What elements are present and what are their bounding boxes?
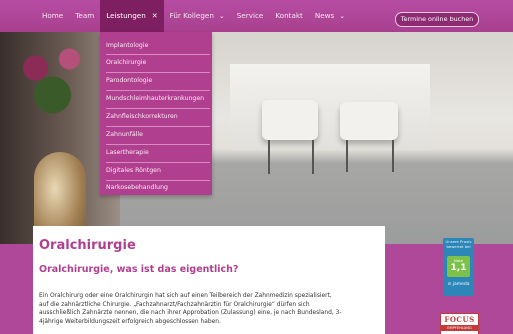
- leistungen-dropdown: Implantologie Oralchirurgie Parodontolog…: [100, 32, 212, 195]
- nav-item-kontakt[interactable]: Kontakt: [269, 0, 309, 32]
- top-navigation: Home Team Leistungen ✕ Für Kollegen ⌄ Serv…: [0, 0, 513, 32]
- dropdown-item-implantologie[interactable]: Implantologie: [106, 37, 210, 55]
- paragraph-line: Ein Oralchirurg oder eine Oralchirurgin …: [39, 293, 332, 299]
- dropdown-item-zahnunfaelle[interactable]: Zahnunfälle: [106, 126, 210, 144]
- chevron-down-icon: ⌄: [339, 12, 346, 20]
- hero-chair-leg: [268, 140, 270, 174]
- close-icon[interactable]: ✕: [152, 12, 158, 20]
- nav-label: News: [314, 11, 335, 20]
- paragraph-line: ausschließlich Zahnärzte nennen, die nac…: [39, 310, 342, 317]
- hero-image: [0, 32, 513, 244]
- nav-item-home[interactable]: Home: [36, 0, 69, 32]
- dropdown-item-digitales-roentgen[interactable]: Digitales Röntgen: [106, 162, 210, 180]
- nav-label: Leistungen: [106, 11, 146, 20]
- page-title: Oralchirurgie: [39, 238, 136, 253]
- nav-item-leistungen[interactable]: Leistungen ✕: [100, 0, 164, 32]
- dropdown-item-narkosebehandlung[interactable]: Narkosebehandlung: [106, 179, 210, 197]
- hero-chair-leg: [312, 140, 314, 174]
- hero-chair-leg: [346, 140, 348, 172]
- nav-label: Für Kollegen: [169, 11, 214, 20]
- dropdown-item-zahnfleischkorrekturen[interactable]: Zahnfleischkorrekturen: [106, 108, 210, 126]
- dropdown-item-lasertherapie[interactable]: Lasertherapie: [106, 144, 210, 162]
- nav-label: Team: [75, 11, 95, 20]
- jameda-logo: ⊙ jameda: [447, 282, 470, 287]
- nav-item-team[interactable]: Team: [69, 0, 100, 32]
- badge-caption: Unsere Praxis bewertet bei: [445, 239, 472, 249]
- focus-recommendation-badge[interactable]: FOCUS EMPFEHLUNG: [440, 313, 479, 334]
- nav-item-service[interactable]: Service: [231, 0, 270, 32]
- dropdown-item-parodontologie[interactable]: Parodontologie: [106, 72, 210, 90]
- page: Home Team Leistungen ✕ Für Kollegen ⌄ Serv…: [0, 0, 513, 334]
- paragraph-line: 4jährige Weiterbildungszeit erfolgreich …: [39, 318, 221, 325]
- grade-value: 1,1: [450, 263, 467, 273]
- main-nav: Home Team Leistungen ✕ Für Kollegen ⌄ Serv…: [36, 0, 351, 32]
- content-card: Oralchirurgie Oralchirurgie, was ist das…: [33, 226, 385, 334]
- focus-logo: FOCUS: [444, 315, 475, 324]
- nav-item-fuer-kollegen[interactable]: Für Kollegen ⌄: [164, 0, 231, 32]
- dropdown-item-oralchirurgie[interactable]: Oralchirurgie: [106, 54, 210, 72]
- nav-item-news[interactable]: News ⌄: [309, 0, 351, 32]
- paragraph-line: auf die zahnärztliche Chirurgie. „Fachza…: [39, 301, 310, 308]
- dropdown-item-mundschleimhaut[interactable]: Mundschleimhauterkrankungen: [106, 90, 210, 108]
- hero-window: [230, 64, 430, 150]
- nav-label: Home: [42, 11, 64, 20]
- hero-chair: [340, 102, 398, 140]
- hero-chair-leg: [392, 140, 394, 172]
- body-paragraph: Ein Oralchirurg oder eine Oralchirurgin …: [39, 292, 381, 326]
- nav-label: Kontakt: [275, 11, 303, 20]
- nav-label: Service: [236, 11, 264, 20]
- grade-box: Note 1,1: [447, 256, 470, 277]
- hero-chair: [262, 100, 318, 140]
- jameda-rating-badge[interactable]: Unsere Praxis bewertet bei Note 1,1 ⊙ ja…: [443, 238, 474, 296]
- book-appointment-button[interactable]: Termine online buchen: [395, 12, 479, 27]
- section-heading: Oralchirurgie, was ist das eigentlich?: [39, 264, 239, 275]
- focus-caption: EMPFEHLUNG: [441, 325, 478, 331]
- chevron-down-icon: ⌄: [218, 12, 225, 20]
- hero-flowers: [10, 32, 95, 122]
